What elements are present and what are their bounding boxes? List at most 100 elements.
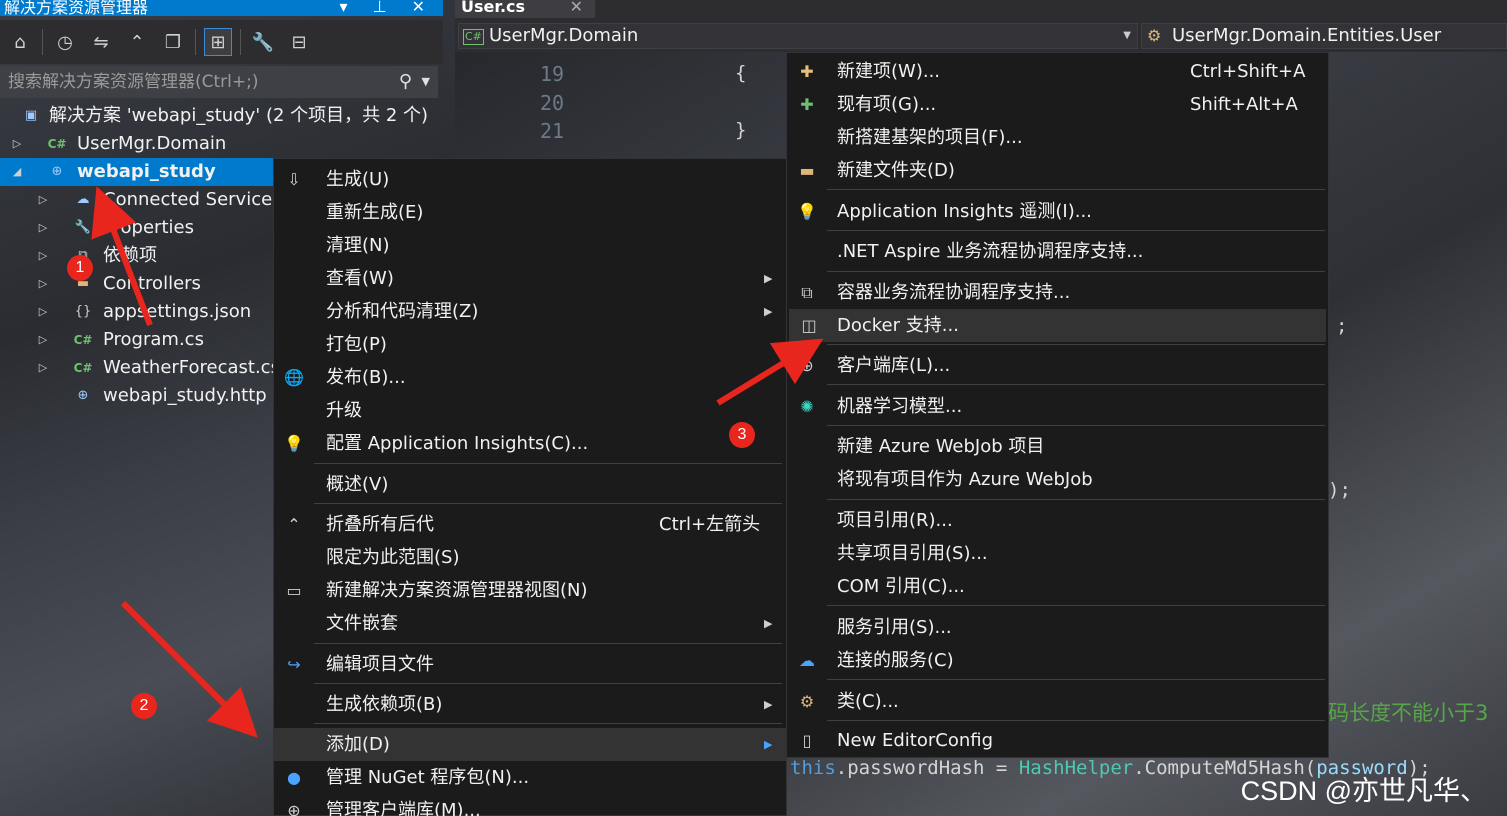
- expand-arrow-icon[interactable]: ▷: [10, 130, 24, 158]
- menu-item-overview[interactable]: 概述(V): [274, 468, 786, 501]
- submenu-item-connected-service[interactable]: ☁ 连接的服务(C): [787, 644, 1328, 677]
- tree-row-solution[interactable]: ▣ 解决方案 'webapi_study' (2 个项目，共 2 个): [0, 102, 455, 130]
- code-brace: {: [735, 62, 747, 84]
- submenu-item-aspire[interactable]: .NET Aspire 业务流程协调程序支持...: [787, 235, 1328, 268]
- tree-row-webapi-study[interactable]: ◢ ⊕ webapi_study: [0, 158, 273, 186]
- tree-item-label: webapi_study: [77, 161, 216, 182]
- expand-arrow-icon[interactable]: ▷: [36, 242, 50, 270]
- close-icon[interactable]: ✕: [570, 0, 583, 15]
- preview-icon[interactable]: ⊟: [285, 28, 313, 56]
- menu-item-scope[interactable]: 限定为此范围(S): [274, 541, 786, 574]
- submenu-item-existing-webjob[interactable]: 将现有项目作为 Azure WebJob: [787, 463, 1328, 496]
- menu-item-label: Docker 支持...: [837, 315, 959, 336]
- submenu-item-existing-item[interactable]: ✚ 现有项(G)... Shift+Alt+A: [787, 88, 1328, 121]
- menu-item-pack[interactable]: 打包(P): [274, 328, 786, 361]
- menu-item-add[interactable]: 添加(D) ▶: [274, 728, 786, 761]
- home-icon[interactable]: ⌂: [6, 28, 34, 56]
- tree-row-usermgr-domain[interactable]: ▷ C# UserMgr.Domain: [0, 130, 455, 158]
- tree-row-program[interactable]: ▷ C# Program.cs: [0, 326, 273, 354]
- menu-separator: [827, 499, 1325, 500]
- search-icon[interactable]: ⚲: [399, 66, 412, 98]
- tree-row-appsettings[interactable]: ▷ {} appsettings.json: [0, 298, 273, 326]
- tree-row-connected-services[interactable]: ▷ ☁ Connected Services: [0, 186, 282, 214]
- show-all-files-icon[interactable]: ❐: [159, 28, 187, 56]
- submenu-item-new-webjob[interactable]: 新建 Azure WebJob 项目: [787, 430, 1328, 463]
- chevron-down-icon[interactable]: ▼: [422, 66, 430, 98]
- menu-item-client-libraries[interactable]: ⊕ 管理客户端库(M)...: [274, 794, 786, 816]
- menu-item-view[interactable]: 查看(W) ▶: [274, 262, 786, 295]
- submenu-item-service-reference[interactable]: 服务引用(S)...: [787, 611, 1328, 644]
- menu-item-label: 编辑项目文件: [326, 654, 434, 675]
- submenu-item-new-item[interactable]: ✚ 新建项(W)... Ctrl+Shift+A: [787, 55, 1328, 88]
- editorconfig-icon: ▯: [802, 731, 812, 750]
- tree-row-properties[interactable]: ▷ 🔧 Properties: [0, 214, 273, 242]
- csharp-file-icon: C#: [73, 333, 93, 347]
- tab-label: User.cs: [461, 0, 526, 16]
- project-dropdown[interactable]: C# UserMgr.Domain ▼: [458, 23, 1138, 49]
- menu-item-shortcut: Ctrl+Shift+A: [1190, 61, 1306, 82]
- menu-item-label: 配置 Application Insights(C)...: [326, 433, 589, 454]
- switch-views-icon[interactable]: ⊞: [204, 28, 232, 56]
- expand-arrow-icon[interactable]: ▷: [36, 354, 50, 382]
- menu-separator: [827, 425, 1325, 426]
- menu-separator: [827, 189, 1325, 190]
- tree-row-weatherforecast[interactable]: ▷ C# WeatherForecast.cs: [0, 354, 280, 382]
- menu-item-build-dependencies[interactable]: 生成依赖项(B) ▶: [274, 688, 786, 721]
- menu-item-file-nesting[interactable]: 文件嵌套 ▶: [274, 607, 786, 640]
- menu-item-rebuild[interactable]: 重新生成(E): [274, 196, 786, 229]
- submenu-item-docker-support[interactable]: ◫ Docker 支持...: [789, 309, 1326, 342]
- menu-item-app-insights[interactable]: 💡 配置 Application Insights(C)...: [274, 427, 786, 460]
- tree-row-controllers[interactable]: ▷ ▬ Controllers: [0, 270, 273, 298]
- app-insights-icon: 💡: [797, 202, 817, 221]
- tree-item-label: Connected Services: [103, 189, 282, 210]
- editor-navigation-bar: C# UserMgr.Domain ▼ ⚙ UserMgr.Domain.Ent…: [455, 20, 1507, 52]
- menu-item-build[interactable]: ⇩ 生成(U): [274, 163, 786, 196]
- web-project-icon: ⊕: [51, 164, 63, 179]
- menu-item-clean[interactable]: 清理(N): [274, 229, 786, 262]
- solution-explorer-search-input[interactable]: 搜索解决方案资源管理器(Ctrl+;) ⚲ ▼: [0, 66, 438, 98]
- docker-icon: ◫: [801, 316, 817, 335]
- window-controls[interactable]: ▾ ⊥ ✕: [339, 0, 435, 15]
- menu-item-publish[interactable]: 🌐 发布(B)...: [274, 361, 786, 394]
- menu-item-collapse-all[interactable]: ⌃ 折叠所有后代 Ctrl+左箭头: [274, 508, 786, 541]
- tree-row-http-file[interactable]: ⊕ webapi_study.http: [0, 382, 273, 410]
- submenu-item-editorconfig[interactable]: ▯ New EditorConfig: [787, 724, 1328, 757]
- expand-arrow-icon[interactable]: ▷: [36, 326, 50, 354]
- expand-arrow-icon[interactable]: ▷: [36, 270, 50, 298]
- collapse-icon: ⌃: [287, 515, 301, 534]
- submenu-item-com-reference[interactable]: COM 引用(C)...: [787, 570, 1328, 603]
- submenu-item-class[interactable]: ⚙ 类(C)...: [787, 685, 1328, 718]
- expand-arrow-icon[interactable]: ▷: [36, 186, 50, 214]
- submenu-arrow-icon: ▶: [764, 738, 773, 751]
- nuget-icon: ●: [287, 768, 301, 787]
- history-icon[interactable]: ◷: [51, 28, 79, 56]
- submenu-item-shared-project-reference[interactable]: 共享项目引用(S)...: [787, 537, 1328, 570]
- menu-separator: [827, 605, 1325, 606]
- menu-item-analyze[interactable]: 分析和代码清理(Z) ▶: [274, 295, 786, 328]
- menu-item-nuget[interactable]: ● 管理 NuGet 程序包(N)...: [274, 761, 786, 794]
- menu-item-upgrade[interactable]: 升级: [274, 394, 786, 427]
- search-placeholder: 搜索解决方案资源管理器(Ctrl+;): [8, 72, 259, 92]
- submenu-item-app-insights[interactable]: 💡 Application Insights 遥测(I)...: [787, 195, 1328, 228]
- submenu-item-scaffold[interactable]: 新搭建基架的项目(F)...: [787, 121, 1328, 154]
- menu-item-label: 现有项(G)...: [837, 94, 937, 115]
- submenu-item-ml-model[interactable]: ✺ 机器学习模型...: [787, 390, 1328, 423]
- submenu-item-container-orchestration[interactable]: ⧉ 容器业务流程协调程序支持...: [787, 276, 1328, 309]
- tree-row-dependencies[interactable]: ▷ ⧉ 依赖项: [0, 242, 273, 270]
- submenu-item-project-reference[interactable]: 项目引用(R)...: [787, 504, 1328, 537]
- code-fragment: ;: [1336, 315, 1348, 337]
- annotation-badge-2: 2: [131, 693, 157, 719]
- expand-arrow-icon[interactable]: ▷: [36, 214, 50, 242]
- properties-wrench-icon[interactable]: 🔧: [249, 28, 277, 56]
- collapse-arrow-icon[interactable]: ◢: [10, 158, 24, 186]
- class-dropdown[interactable]: ⚙ UserMgr.Domain.Entities.User: [1141, 23, 1507, 49]
- tab-user-cs[interactable]: User.cs ✕: [455, 0, 595, 18]
- menu-item-label: 新建项(W)...: [837, 61, 941, 82]
- menu-item-new-view[interactable]: ▭ 新建解决方案资源管理器视图(N): [274, 574, 786, 607]
- collapse-all-icon[interactable]: ⌃: [123, 28, 151, 56]
- expand-arrow-icon[interactable]: ▷: [36, 298, 50, 326]
- submenu-item-client-library[interactable]: ⊕ 客户端库(L)...: [787, 349, 1328, 382]
- menu-item-edit-project[interactable]: ↪ 编辑项目文件: [274, 648, 786, 681]
- submenu-item-new-folder[interactable]: ▬ 新建文件夹(D): [787, 154, 1328, 187]
- sync-icon[interactable]: ⇋: [87, 28, 115, 56]
